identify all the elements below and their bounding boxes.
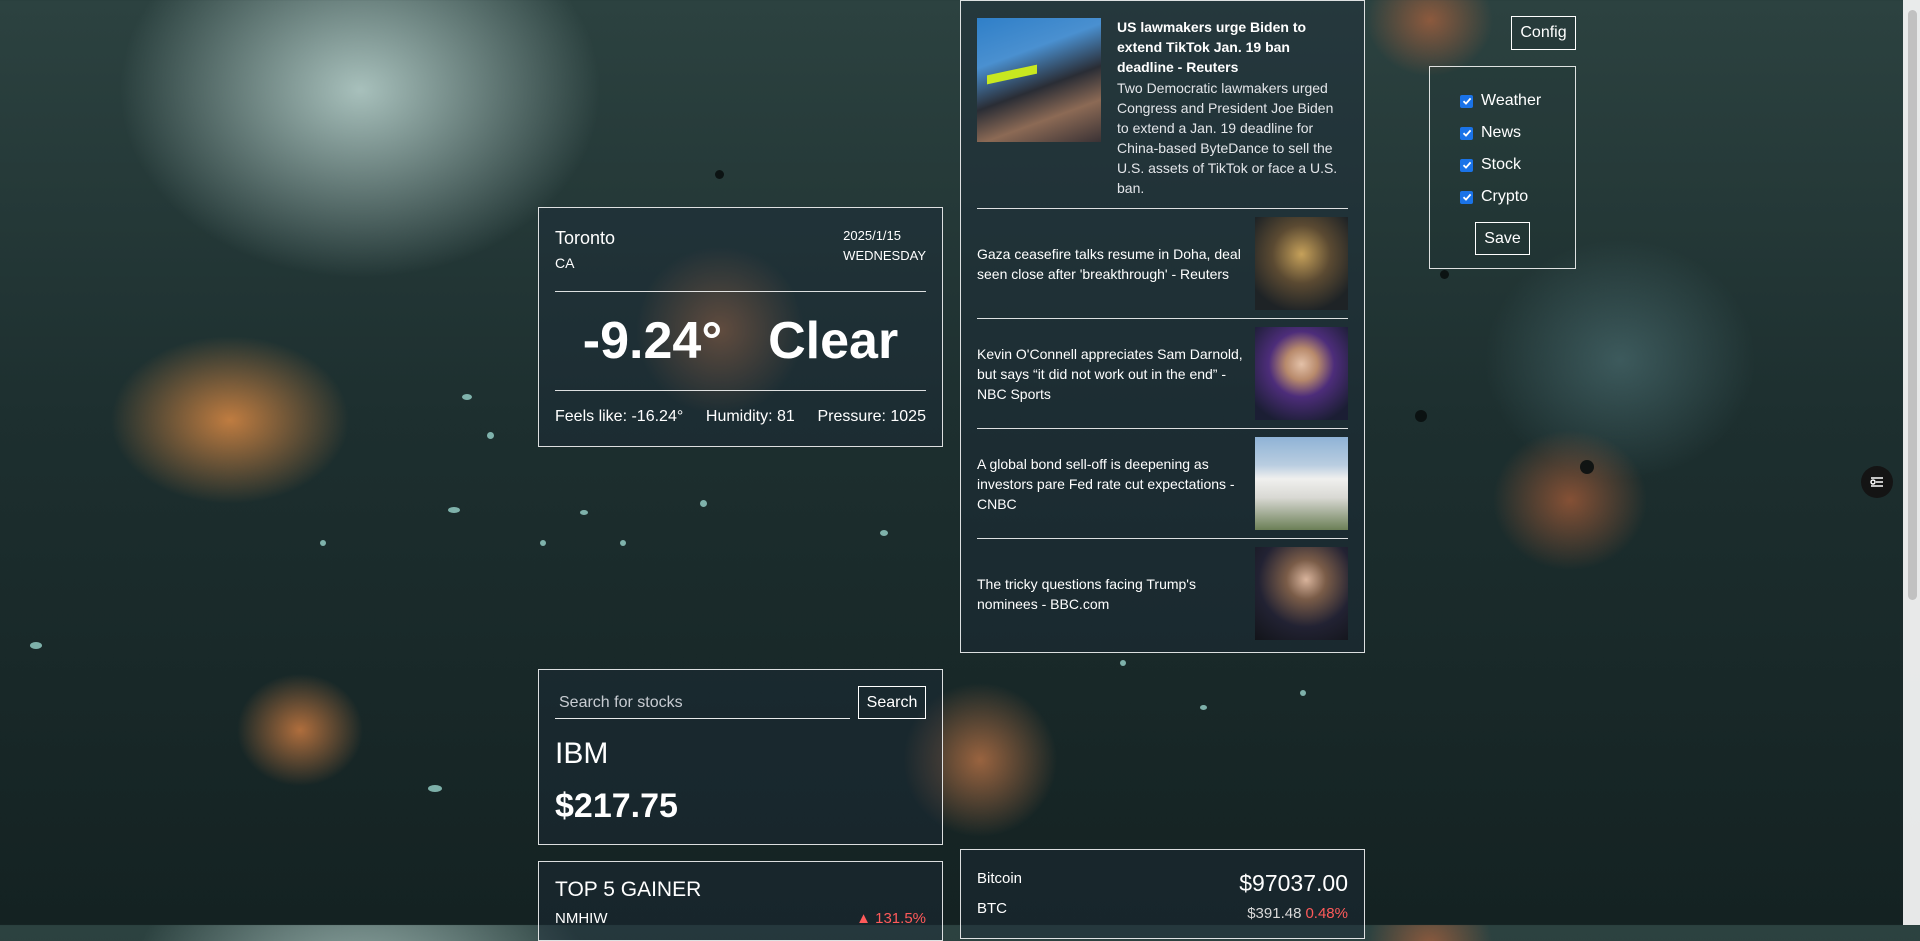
crypto-percent: 0.48% xyxy=(1305,905,1348,922)
config-option-label: News xyxy=(1481,124,1522,141)
news-item[interactable]: Kevin O'Connell appreciates Sam Darnold,… xyxy=(977,319,1348,429)
weather-pressure: Pressure: 1025 xyxy=(817,408,926,425)
crypto-code: BTC xyxy=(977,900,1007,917)
news-item-title[interactable]: A global bond sell-off is deepening as i… xyxy=(977,454,1247,514)
scrollbar[interactable] xyxy=(1903,0,1920,925)
config-option-label: Weather xyxy=(1481,92,1542,109)
news-card: US lawmakers urge Biden to extend TikTok… xyxy=(960,0,1365,653)
weather-card: Toronto CA 2025/1/15 WEDNESDAY -9.24° Cl… xyxy=(538,207,943,447)
gainer-row: NMHIW ▲ 131.5% xyxy=(555,910,926,927)
weather-temperature: -9.24° xyxy=(582,312,723,370)
stock-search-input[interactable] xyxy=(555,687,850,719)
scrollbar-thumb[interactable] xyxy=(1908,10,1917,600)
weather-country: CA xyxy=(555,255,575,271)
weather-condition: Clear xyxy=(768,312,899,370)
checkbox-checked-icon[interactable] xyxy=(1460,94,1473,108)
news-item-image[interactable] xyxy=(1255,217,1348,310)
checkbox-checked-icon[interactable] xyxy=(1460,190,1473,204)
news-featured-image[interactable] xyxy=(977,18,1101,142)
stock-card: Search IBM $217.75 xyxy=(538,669,943,845)
news-featured[interactable]: US lawmakers urge Biden to extend TikTok… xyxy=(977,17,1348,209)
weather-date: 2025/1/15 xyxy=(843,228,902,243)
config-option-crypto[interactable]: Crypto xyxy=(1460,181,1575,213)
stock-price: $217.75 xyxy=(555,787,678,825)
sliders-icon[interactable] xyxy=(1861,466,1893,498)
news-item-image[interactable] xyxy=(1255,547,1348,640)
news-item[interactable]: A global bond sell-off is deepening as i… xyxy=(977,429,1348,539)
news-item-title[interactable]: Gaza ceasefire talks resume in Doha, dea… xyxy=(977,244,1247,284)
checkbox-checked-icon[interactable] xyxy=(1460,158,1473,172)
news-item-title[interactable]: Kevin O'Connell appreciates Sam Darnold,… xyxy=(977,344,1247,404)
weather-city: Toronto xyxy=(555,228,616,248)
config-panel: Weather News Stock Crypto Save xyxy=(1429,66,1576,269)
gainer-symbol: NMHIW xyxy=(555,910,608,927)
weather-weekday: WEDNESDAY xyxy=(843,248,926,263)
crypto-card: Bitcoin BTC $97037.00 $391.48 0.48% xyxy=(960,849,1365,939)
news-item[interactable]: Gaza ceasefire talks resume in Doha, dea… xyxy=(977,209,1348,319)
config-option-stock[interactable]: Stock xyxy=(1460,149,1575,181)
news-item[interactable]: The tricky questions facing Trump's nomi… xyxy=(977,539,1348,648)
weather-humidity: Humidity: 81 xyxy=(705,408,795,425)
save-button[interactable]: Save xyxy=(1475,222,1530,255)
news-featured-description: Two Democratic lawmakers urged Congress … xyxy=(1117,80,1338,196)
crypto-name: Bitcoin xyxy=(977,870,1023,887)
crypto-price: $97037.00 xyxy=(1239,870,1348,896)
stock-symbol: IBM xyxy=(555,737,609,770)
news-item-image[interactable] xyxy=(1255,327,1348,420)
checkbox-checked-icon[interactable] xyxy=(1460,126,1473,140)
weather-feels-like: Feels like: -16.24° xyxy=(555,408,684,425)
news-item-image[interactable] xyxy=(1255,437,1348,530)
top-gainers-card: TOP 5 GAINER NMHIW ▲ 131.5% xyxy=(538,861,943,941)
config-option-news[interactable]: News xyxy=(1460,117,1575,149)
divider xyxy=(555,390,926,391)
gainer-change: ▲ 131.5% xyxy=(856,910,926,927)
config-option-label: Stock xyxy=(1481,156,1522,173)
news-item-title[interactable]: The tricky questions facing Trump's nomi… xyxy=(977,574,1247,614)
config-button[interactable]: Config xyxy=(1511,16,1576,50)
top-gainers-title: TOP 5 GAINER xyxy=(555,878,702,901)
config-option-label: Crypto xyxy=(1481,188,1529,205)
news-featured-title[interactable]: US lawmakers urge Biden to extend TikTok… xyxy=(1117,17,1348,77)
stock-search-button[interactable]: Search xyxy=(858,686,926,719)
config-option-weather[interactable]: Weather xyxy=(1460,85,1575,117)
crypto-change: $391.48 xyxy=(1247,905,1302,922)
